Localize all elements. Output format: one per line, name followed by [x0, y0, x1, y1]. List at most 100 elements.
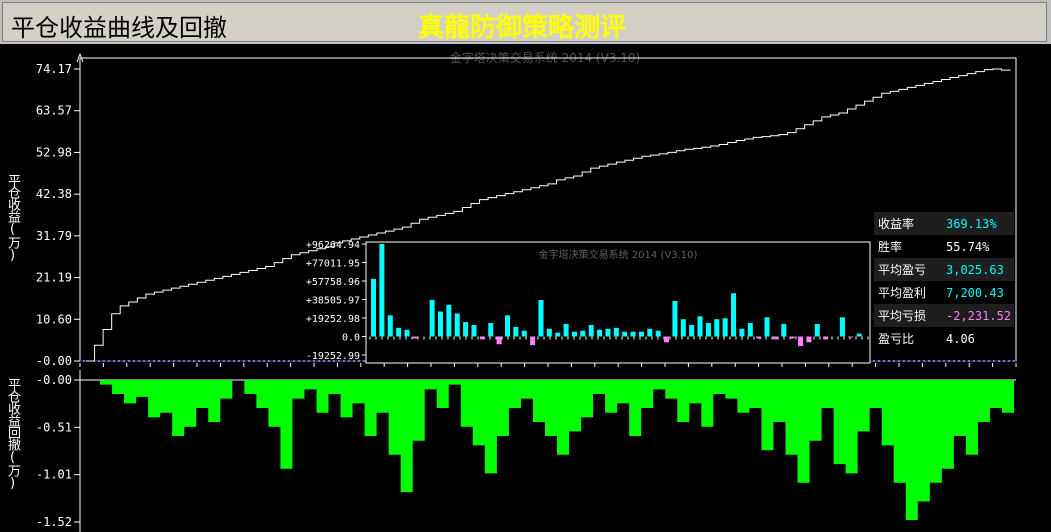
inset-bar	[747, 323, 753, 337]
drawdown-ytick-label: -0.51	[36, 420, 72, 434]
inset-bar	[613, 327, 619, 337]
drawdown-ytick-label: -1.52	[36, 515, 72, 529]
inset-bar	[697, 316, 703, 337]
equity-ytick-label: 52.98	[36, 145, 72, 159]
stat-value: 3,025.63	[946, 262, 1004, 277]
inset-bar	[437, 311, 444, 337]
inset-bar	[714, 319, 720, 337]
stat-label: 平均盈亏	[878, 263, 927, 277]
inset-bar	[756, 336, 762, 339]
inset-bar	[814, 324, 820, 337]
inset-bar	[772, 336, 778, 340]
stat-label: 平均亏损	[878, 309, 927, 323]
equity-ytick-label: 21.19	[36, 271, 72, 285]
inset-bar	[672, 300, 678, 337]
inset-bar	[798, 336, 804, 347]
title-bar: 平仓收益曲线及回撤 真龍防御策略测评	[2, 2, 1047, 43]
inset-bar	[563, 324, 569, 337]
stat-row: 胜率 55.74%	[874, 235, 1014, 258]
inset-bar	[446, 304, 452, 337]
equity-ytick-label: -0.00	[36, 354, 72, 368]
inset-bar	[789, 336, 795, 339]
inset-bar	[521, 330, 527, 337]
inset-ytick-label: +96264.94	[306, 240, 360, 251]
inset-bar	[739, 328, 745, 337]
stat-label: 收益率	[878, 217, 915, 231]
inset-bar	[379, 244, 385, 337]
inset-bar	[471, 324, 477, 337]
equity-ytick-label: 42.38	[36, 187, 72, 201]
drawdown-ytick-label: -0.00	[36, 373, 72, 387]
inset-bar	[664, 336, 670, 343]
equity-ytick-label: 74.17	[36, 62, 72, 76]
stat-label: 平均盈利	[878, 286, 927, 300]
inset-bar	[396, 327, 402, 337]
inset-bar	[689, 324, 695, 337]
inset-bar	[463, 322, 469, 337]
drawdown-axis-label: 平仓收益回撤(万)	[5, 378, 20, 490]
inset-bar	[839, 317, 845, 337]
stat-row: 平均盈利 7,200.43	[874, 281, 1014, 304]
stat-value: 4.06	[946, 331, 975, 346]
stat-value: 369.13%	[946, 216, 997, 231]
inset-watermark: 金字塔决策交易系统 2014 (V3.10)	[539, 248, 698, 261]
inset-ytick-label: -19252.99	[306, 351, 360, 362]
stat-row: 盈亏比 4.06	[874, 327, 1014, 350]
inset-bar	[479, 336, 485, 340]
stat-value: 7,200.43	[946, 285, 1004, 300]
inset-bar	[454, 313, 460, 337]
inset-ytick-label: +19252.98	[306, 314, 360, 325]
inset-bar	[504, 315, 510, 337]
stat-value: -2,231.52	[946, 308, 1012, 323]
inset-bar	[722, 318, 728, 337]
inset-bar	[680, 319, 686, 337]
stat-label: 盈亏比	[878, 332, 915, 346]
stat-row: 收益率 369.13%	[874, 212, 1014, 235]
inset-bar	[731, 293, 737, 337]
inset-bar	[496, 336, 502, 345]
equity-ytick-label: 10.60	[36, 312, 72, 326]
inset-bar	[588, 324, 594, 337]
stat-label: 胜率	[878, 240, 903, 254]
inset-bar	[538, 299, 544, 337]
inset-bar	[546, 328, 552, 337]
inset-bar	[856, 333, 862, 337]
inset-bar	[597, 329, 603, 337]
inset-bar	[655, 330, 661, 337]
inset-bar	[488, 323, 494, 337]
inset-bar	[387, 315, 393, 337]
inset-bar	[764, 317, 770, 337]
window-title: 平仓收益曲线及回撤	[11, 14, 227, 42]
inset-bar	[605, 328, 611, 337]
stat-row: 平均盈亏 3,025.63	[874, 258, 1014, 281]
stat-row: 平均亏损 -2,231.52	[874, 304, 1014, 327]
inset-bar	[429, 299, 435, 337]
inset-bar	[848, 336, 854, 338]
inset-ytick-label: 0.0	[342, 333, 360, 344]
stat-value: 55.74%	[946, 239, 990, 254]
inset-bar	[630, 331, 636, 337]
equity-axis-label: 平仓收益(万)	[5, 174, 20, 262]
chart-area[interactable]: 金字塔决策交易系统 2014 (V3.10) 74.17 63.57 52.98 42…	[0, 44, 1051, 532]
inset-bar	[622, 331, 628, 337]
inset-bar	[781, 324, 787, 337]
drawdown-ytick-label: -1.01	[36, 468, 72, 482]
inset-bar	[555, 332, 561, 337]
strategy-title: 真龍防御策略测评	[418, 13, 627, 43]
inset-bar	[513, 326, 519, 337]
equity-ytick-label: 31.79	[36, 229, 72, 243]
inset-ytick-label: +57758.96	[306, 277, 360, 288]
inset-bar	[705, 323, 711, 337]
inset-bar	[638, 331, 644, 337]
inset-bar	[530, 336, 536, 346]
equity-ytick-label: 63.57	[36, 104, 72, 118]
inset-bar	[806, 336, 812, 343]
inset-ytick-label: +38505.97	[306, 296, 360, 307]
inset-bar	[571, 331, 577, 337]
inset-bar	[371, 278, 377, 337]
inset-bar	[823, 336, 829, 340]
inset-bar	[412, 336, 418, 339]
drawdown-area	[88, 380, 1014, 521]
inset-bar	[580, 330, 586, 337]
inset-ytick-label: +77011.95	[306, 259, 360, 270]
